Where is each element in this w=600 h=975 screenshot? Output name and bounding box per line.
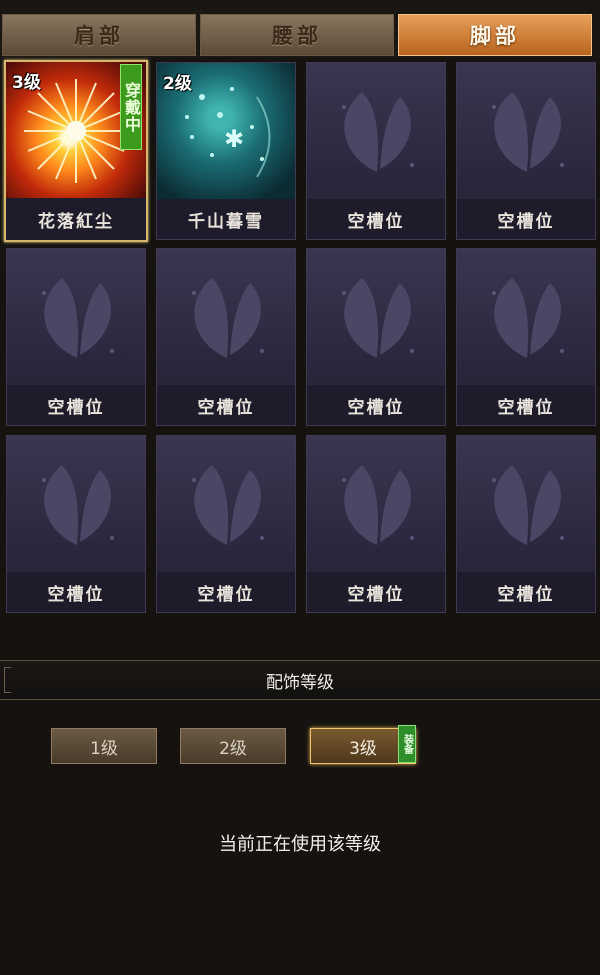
slot-label: 空槽位 <box>157 385 295 425</box>
slot-label: 空槽位 <box>7 385 145 425</box>
slot-level: 3级 <box>12 73 41 93</box>
accessory-slot[interactable]: 空槽位 <box>156 435 296 613</box>
wearing-badge: 穿戴中 <box>120 64 142 150</box>
accessory-slot[interactable]: 空槽位 <box>306 62 446 240</box>
accessory-slot[interactable]: 空槽位 <box>306 435 446 613</box>
slot-label: 空槽位 <box>457 199 595 239</box>
butterfly-placeholder-icon <box>157 249 295 387</box>
tab-feet[interactable]: 脚部 <box>398 14 592 56</box>
slot-label: 空槽位 <box>7 572 145 612</box>
butterfly-placeholder-icon <box>307 436 445 574</box>
accessory-slot[interactable]: ✱ 2级 千山暮雪 <box>156 62 296 240</box>
slot-label: 空槽位 <box>307 199 445 239</box>
accessory-slot[interactable]: 3级 穿戴中 花落紅尘 <box>4 60 148 242</box>
equipped-badge: 装备 <box>398 725 416 763</box>
accessory-slot-grid: 3级 穿戴中 花落紅尘 ✱ 2级 千山暮雪 空槽位 空槽位 空槽位 空槽位 空槽… <box>0 58 600 628</box>
tab-shoulder[interactable]: 肩部 <box>2 14 196 56</box>
slot-label: 千山暮雪 <box>157 199 295 239</box>
accessory-slot[interactable]: 空槽位 <box>456 435 596 613</box>
slot-label: 空槽位 <box>457 385 595 425</box>
slot-category-tabs: 肩部 腰部 脚部 <box>0 0 600 58</box>
slot-label: 空槽位 <box>457 572 595 612</box>
accessory-slot[interactable]: 空槽位 <box>456 248 596 426</box>
tab-waist[interactable]: 腰部 <box>200 14 394 56</box>
slot-label: 空槽位 <box>307 385 445 425</box>
butterfly-placeholder-icon <box>307 63 445 201</box>
level-2-button[interactable]: 2级 <box>180 728 286 764</box>
accessory-slot[interactable]: 空槽位 <box>6 248 146 426</box>
butterfly-placeholder-icon <box>157 436 295 574</box>
butterfly-placeholder-icon <box>307 249 445 387</box>
accessory-slot[interactable]: 空槽位 <box>456 62 596 240</box>
slot-label: 空槽位 <box>157 572 295 612</box>
slot-label: 空槽位 <box>307 572 445 612</box>
butterfly-placeholder-icon <box>7 436 145 574</box>
butterfly-placeholder-icon <box>457 436 595 574</box>
status-text: 当前正在使用该等级 <box>219 834 381 855</box>
accessory-slot[interactable]: 空槽位 <box>156 248 296 426</box>
accessory-level-header: 配饰等级 <box>0 660 600 700</box>
butterfly-placeholder-icon <box>457 249 595 387</box>
slot-level: 2级 <box>163 74 192 94</box>
butterfly-placeholder-icon <box>457 63 595 201</box>
slot-label: 花落紅尘 <box>6 198 146 240</box>
accessory-slot[interactable]: 空槽位 <box>306 248 446 426</box>
svg-text:✱: ✱ <box>224 125 244 153</box>
level-1-button[interactable]: 1级 <box>51 728 157 764</box>
section-title: 配饰等级 <box>266 672 334 693</box>
butterfly-placeholder-icon <box>7 249 145 387</box>
accessory-slot[interactable]: 空槽位 <box>6 435 146 613</box>
